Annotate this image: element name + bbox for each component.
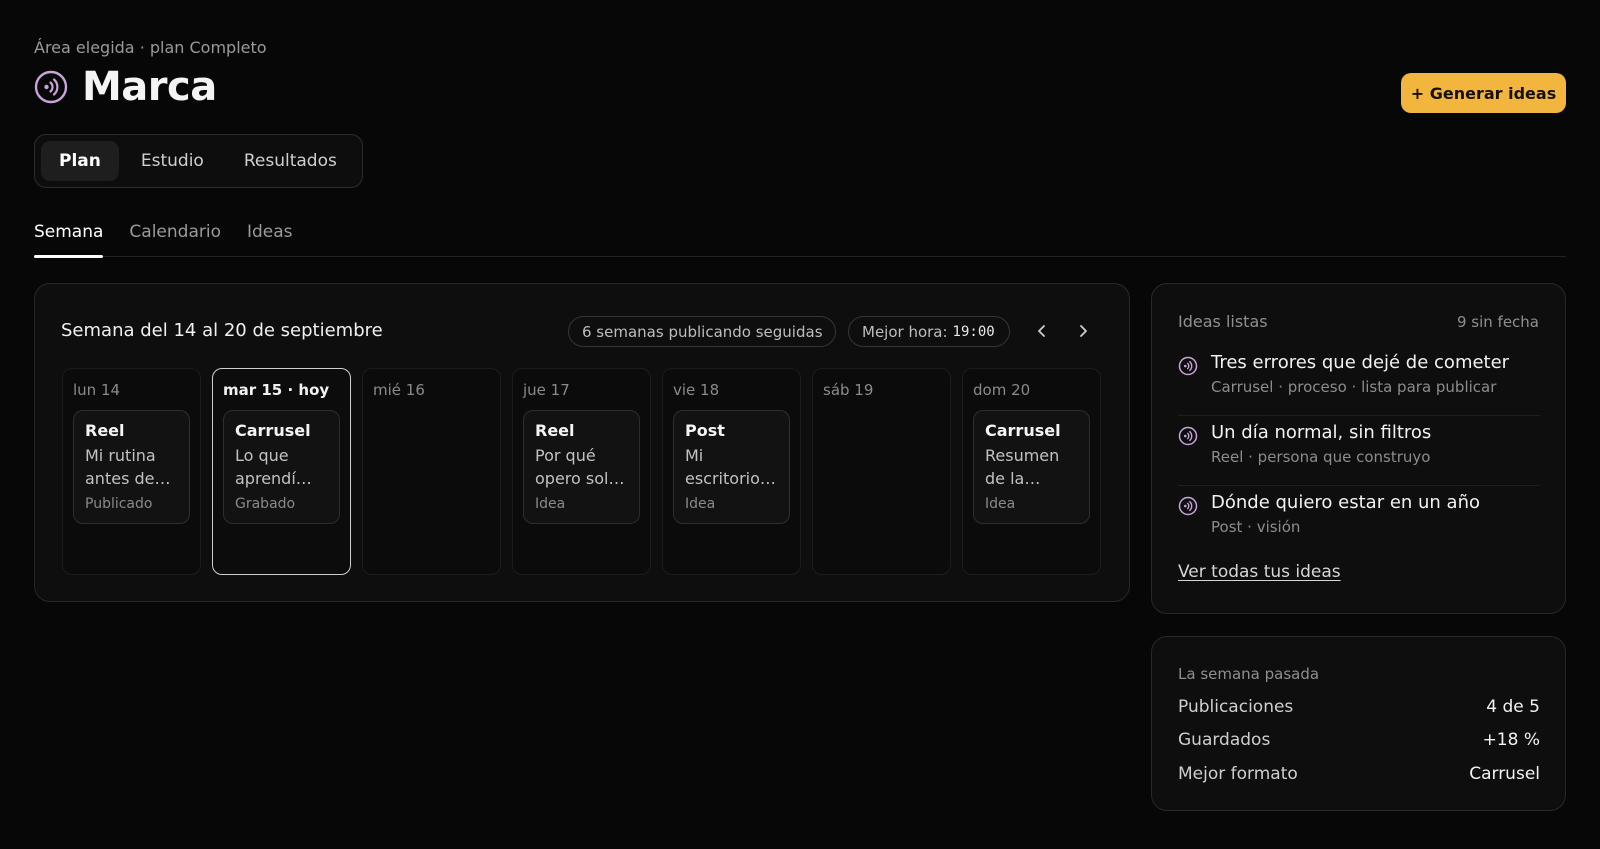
idea-item[interactable]: Dónde quiero estar en un año Post · visi… bbox=[1178, 486, 1540, 556]
stat-value: Carrusel bbox=[1469, 764, 1540, 784]
ready-ideas-panel: Ideas listas 9 sin fecha Tres errores qu… bbox=[1151, 283, 1566, 614]
card-type: Post bbox=[685, 421, 725, 440]
stat-row: Mejor formato Carrusel bbox=[1178, 764, 1540, 784]
view-tabs: Semana Calendario Ideas bbox=[34, 216, 1566, 258]
stat-value: +18 % bbox=[1482, 730, 1540, 750]
idea-title: Tres errores que dejé de cometer bbox=[1211, 352, 1510, 373]
tab-calendario[interactable]: Calendario bbox=[129, 216, 221, 257]
day-column[interactable]: dom 20 Carrusel Resumen de la… Idea bbox=[962, 368, 1101, 575]
generate-ideas-button[interactable]: + Generar ideas bbox=[1401, 73, 1566, 113]
week-panel: Semana del 14 al 20 de septiembre 6 sema… bbox=[34, 283, 1130, 602]
broadcast-icon bbox=[34, 70, 68, 104]
card-status: Publicado bbox=[85, 496, 153, 512]
idea-meta: Post · visión bbox=[1211, 518, 1301, 536]
card-type: Carrusel bbox=[235, 421, 311, 440]
broadcast-icon bbox=[1178, 496, 1198, 516]
section-switcher: Plan Estudio Resultados bbox=[34, 134, 363, 188]
stats-heading: La semana pasada bbox=[1178, 665, 1320, 683]
broadcast-icon bbox=[1178, 356, 1198, 376]
stat-label: Publicaciones bbox=[1178, 697, 1294, 717]
content-card[interactable]: Reel Mi rutina antes de… Publicado bbox=[73, 410, 190, 524]
segment-estudio[interactable]: Estudio bbox=[123, 141, 222, 181]
day-column[interactable]: sáb 19 bbox=[812, 368, 951, 575]
streak-badge: 6 semanas publicando seguidas bbox=[568, 316, 836, 347]
idea-title: Un día normal, sin filtros bbox=[1211, 422, 1432, 443]
stat-label: Guardados bbox=[1178, 730, 1271, 750]
day-label: mar 15 · hoy bbox=[223, 381, 330, 399]
see-all-ideas-link[interactable]: Ver todas tus ideas bbox=[1178, 562, 1341, 582]
day-label: sáb 19 bbox=[823, 381, 874, 399]
previous-week-button[interactable] bbox=[1029, 318, 1055, 344]
week-days: lun 14 Reel Mi rutina antes de… Publicad… bbox=[62, 368, 1104, 575]
segment-resultados[interactable]: Resultados bbox=[226, 141, 355, 181]
card-status: Idea bbox=[535, 496, 566, 512]
best-hour-badge: Mejor hora: 19:00 bbox=[848, 316, 1010, 347]
chevron-left-icon bbox=[1038, 325, 1045, 337]
day-label: mié 16 bbox=[373, 381, 425, 399]
day-label: dom 20 bbox=[973, 381, 1031, 399]
day-column-today[interactable]: mar 15 · hoy Carrusel Lo que aprendí… Gr… bbox=[212, 368, 351, 575]
day-column[interactable]: vie 18 Post Mi escritorio… Idea bbox=[662, 368, 801, 575]
card-type: Reel bbox=[85, 421, 125, 440]
stat-row: Publicaciones 4 de 5 bbox=[1178, 697, 1540, 717]
card-status: Idea bbox=[985, 496, 1016, 512]
card-text: Lo que aprendí… bbox=[235, 446, 312, 488]
content-card[interactable]: Post Mi escritorio… Idea bbox=[673, 410, 790, 524]
stat-label: Mejor formato bbox=[1178, 764, 1298, 784]
day-column[interactable]: jue 17 Reel Por qué opero sol… Idea bbox=[512, 368, 651, 575]
idea-item[interactable]: Un día normal, sin filtros Reel · person… bbox=[1178, 416, 1540, 486]
best-hour-value: 19:00 bbox=[952, 323, 995, 340]
day-label: vie 18 bbox=[673, 381, 720, 399]
idea-meta: Reel · persona que construyo bbox=[1211, 448, 1431, 466]
stat-value: 4 de 5 bbox=[1486, 697, 1540, 717]
breadcrumb: Área elegida · plan Completo bbox=[34, 38, 267, 57]
ideas-count: 9 sin fecha bbox=[1456, 313, 1539, 331]
ideas-heading: Ideas listas bbox=[1178, 312, 1268, 331]
broadcast-icon bbox=[1178, 426, 1198, 446]
content-card[interactable]: Carrusel Lo que aprendí… Grabado bbox=[223, 410, 340, 524]
card-text: Por qué opero sol… bbox=[535, 446, 625, 488]
tab-ideas[interactable]: Ideas bbox=[247, 216, 293, 257]
idea-meta: Carrusel · proceso · lista para publicar bbox=[1211, 378, 1497, 396]
day-label: lun 14 bbox=[73, 381, 121, 399]
page-header: Marca bbox=[34, 64, 217, 110]
best-hour-label: Mejor hora: bbox=[862, 322, 948, 341]
tab-semana[interactable]: Semana bbox=[34, 216, 104, 258]
card-text: Resumen de la… bbox=[985, 446, 1060, 488]
idea-item[interactable]: Tres errores que dejé de cometer Carruse… bbox=[1178, 346, 1540, 416]
next-week-button[interactable] bbox=[1070, 318, 1096, 344]
content-card[interactable]: Reel Por qué opero sol… Idea bbox=[523, 410, 640, 524]
stat-row: Guardados +18 % bbox=[1178, 730, 1540, 750]
content-card[interactable]: Carrusel Resumen de la… Idea bbox=[973, 410, 1090, 524]
last-week-panel: La semana pasada Publicaciones 4 de 5 Gu… bbox=[1151, 636, 1566, 811]
card-type: Reel bbox=[535, 421, 575, 440]
day-column[interactable]: mié 16 bbox=[362, 368, 501, 575]
idea-title: Dónde quiero estar en un año bbox=[1211, 492, 1481, 513]
week-title: Semana del 14 al 20 de septiembre bbox=[61, 320, 383, 341]
card-status: Idea bbox=[685, 496, 716, 512]
card-text: Mi rutina antes de… bbox=[85, 446, 171, 488]
day-column[interactable]: lun 14 Reel Mi rutina antes de… Publicad… bbox=[62, 368, 201, 575]
card-type: Carrusel bbox=[985, 421, 1061, 440]
page-title: Marca bbox=[82, 64, 217, 110]
day-label: jue 17 bbox=[523, 381, 570, 399]
card-text: Mi escritorio… bbox=[685, 446, 776, 488]
chevron-right-icon bbox=[1080, 325, 1087, 337]
card-status: Grabado bbox=[235, 496, 296, 512]
segment-plan[interactable]: Plan bbox=[41, 141, 119, 181]
